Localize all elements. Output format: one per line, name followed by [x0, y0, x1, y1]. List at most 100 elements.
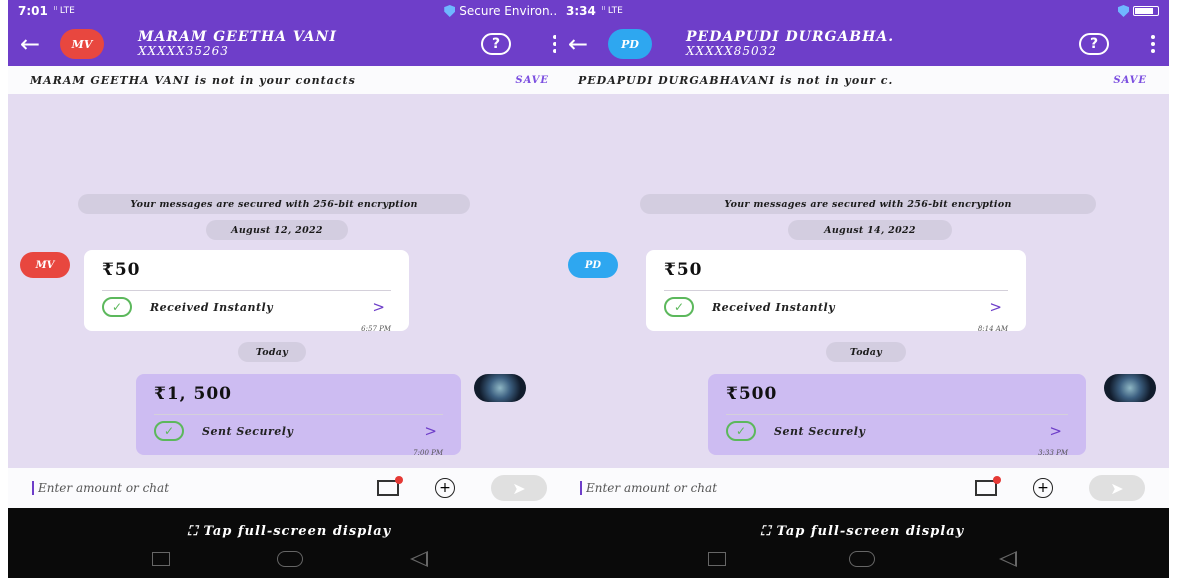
expand-icon: ⛶ [187, 524, 204, 539]
fullscreen-bar: ⛶ Tap full-screen display [556, 508, 1169, 578]
amount-chat-input[interactable] [32, 481, 252, 495]
sender-avatar: PD [568, 252, 618, 278]
amount-chat-input[interactable] [580, 481, 800, 495]
save-contact-button[interactable]: SAVE [1113, 75, 1147, 86]
chat-header: ← MV MARAM GEETHA VANI XXXXX35263 ? [8, 22, 571, 66]
gallery-icon[interactable] [975, 476, 1001, 496]
status-right [1118, 5, 1159, 17]
recents-icon[interactable] [151, 552, 170, 566]
network-indicator: ᴵˡ LTE [601, 6, 623, 16]
chat-header: ← PD PEDAPUDI DURGABHA. XXXXX85032 ? [556, 22, 1169, 66]
self-avatar [1104, 374, 1156, 402]
right-phone-screen: 3:34 ᴵˡ LTE ← PD PEDAPUDI DURGABHA. XXXX… [556, 0, 1169, 578]
not-in-contacts-banner: PEDAPUDI DURGABHAVANI is not in your c. … [556, 66, 1169, 94]
self-avatar [474, 374, 526, 402]
status-time: 3:34 [566, 4, 596, 18]
secure-environment-label: Secure Environ... [459, 4, 561, 18]
avatar[interactable]: PD [608, 29, 652, 59]
contact-number: XXXXX85032 [686, 44, 777, 58]
send-button[interactable]: ➤ [491, 475, 547, 501]
contact-name: PEDAPUDI DURGABHA. [686, 29, 895, 45]
today-chip: Today [238, 342, 306, 362]
message-time: 6:57 PM [361, 325, 391, 333]
today-chip: Today [826, 342, 906, 362]
divider [102, 290, 391, 291]
plus-icon[interactable]: + [1033, 478, 1053, 498]
check-icon: ✓ [664, 297, 694, 317]
not-in-contacts-text: PEDAPUDI DURGABHAVANI is not in your c. [578, 73, 894, 87]
shield-icon [1118, 5, 1129, 17]
date-chip: August 12, 2022 [206, 220, 348, 240]
status-right: Secure Environ... [444, 4, 561, 18]
not-in-contacts-banner: MARAM GEETHA VANI is not in your contact… [8, 66, 571, 94]
home-icon[interactable] [849, 551, 876, 567]
divider [664, 290, 1008, 291]
home-icon[interactable] [276, 551, 303, 567]
more-options-icon[interactable] [1149, 35, 1157, 53]
avatar[interactable]: MV [60, 29, 104, 59]
chevron-right-icon[interactable]: > [424, 422, 437, 440]
fullscreen-hint[interactable]: ⛶ Tap full-screen display [556, 524, 1169, 539]
chat-area[interactable]: Your messages are secured with 256-bit e… [8, 94, 571, 468]
expand-icon: ⛶ [760, 524, 777, 539]
check-icon: ✓ [726, 421, 756, 441]
payment-amount: ₹500 [726, 384, 778, 404]
divider [726, 414, 1068, 415]
shield-icon [444, 5, 456, 17]
message-time: 7:00 PM [413, 449, 443, 457]
date-chip: August 14, 2022 [788, 220, 952, 240]
gallery-icon[interactable] [377, 476, 403, 496]
chevron-right-icon[interactable]: > [372, 298, 385, 316]
chat-input-bar: + ➤ [556, 468, 1169, 508]
payment-status: Received Instantly [712, 300, 836, 314]
not-in-contacts-text: MARAM GEETHA VANI is not in your contact… [30, 73, 356, 87]
received-payment-card[interactable]: ₹50 ✓ Received Instantly > 8:14 AM [646, 250, 1026, 333]
help-icon[interactable]: ? [1079, 33, 1109, 55]
contact-name: MARAM GEETHA VANI [138, 29, 337, 45]
battery-icon [1133, 6, 1159, 16]
sent-payment-card[interactable]: ₹1, 500 ✓ Sent Securely > 7:00 PM [136, 374, 461, 457]
save-contact-button[interactable]: SAVE [515, 75, 549, 86]
fullscreen-hint-text: Tap full-screen display [776, 524, 965, 539]
message-time: 3:33 PM [1038, 449, 1068, 457]
sender-avatar: MV [20, 252, 70, 278]
plus-icon[interactable]: + [435, 478, 455, 498]
encryption-notice: Your messages are secured with 256-bit e… [78, 194, 470, 214]
received-payment-card[interactable]: ₹50 ✓ Received Instantly > 6:57 PM [84, 250, 409, 333]
payment-status: Sent Securely [202, 424, 294, 438]
sent-payment-card[interactable]: ₹500 ✓ Sent Securely > 3:33 PM [708, 374, 1086, 457]
system-nav [8, 551, 571, 567]
chat-area[interactable]: Your messages are secured with 256-bit e… [556, 94, 1169, 468]
status-bar: 3:34 ᴵˡ LTE [556, 0, 1169, 22]
back-arrow-icon[interactable]: ← [20, 30, 60, 58]
left-phone-screen: 7:01 ᴵˡ LTE Secure Environ... ← MV MARAM… [8, 0, 571, 578]
encryption-notice: Your messages are secured with 256-bit e… [640, 194, 1096, 214]
payment-status: Received Instantly [150, 300, 274, 314]
check-icon: ✓ [154, 421, 184, 441]
payment-amount: ₹1, 500 [154, 384, 232, 404]
network-indicator: ᴵˡ LTE [53, 6, 75, 16]
send-button[interactable]: ➤ [1089, 475, 1145, 501]
back-arrow-icon[interactable]: ← [568, 30, 608, 58]
chevron-right-icon[interactable]: > [1049, 422, 1062, 440]
divider [154, 414, 443, 415]
help-icon[interactable]: ? [481, 33, 511, 55]
payment-status: Sent Securely [774, 424, 866, 438]
system-nav [556, 551, 1169, 567]
payment-amount: ₹50 [102, 260, 141, 280]
message-time: 8:14 AM [977, 325, 1008, 333]
status-bar: 7:01 ᴵˡ LTE Secure Environ... [8, 0, 571, 22]
fullscreen-bar: ⛶ Tap full-screen display [8, 508, 571, 578]
recents-icon[interactable] [707, 552, 726, 566]
check-icon: ✓ [102, 297, 132, 317]
contact-info[interactable]: PEDAPUDI DURGABHA. XXXXX85032 [686, 30, 894, 58]
chevron-right-icon[interactable]: > [989, 298, 1002, 316]
contact-number: XXXXX35263 [138, 44, 229, 58]
contact-info[interactable]: MARAM GEETHA VANI XXXXX35263 [138, 30, 337, 58]
chat-input-bar: + ➤ [8, 468, 571, 508]
back-nav-icon[interactable] [999, 551, 1018, 567]
fullscreen-hint-text: Tap full-screen display [203, 524, 392, 539]
fullscreen-hint[interactable]: ⛶ Tap full-screen display [8, 524, 571, 539]
status-time: 7:01 [18, 4, 48, 18]
back-nav-icon[interactable] [409, 551, 428, 567]
